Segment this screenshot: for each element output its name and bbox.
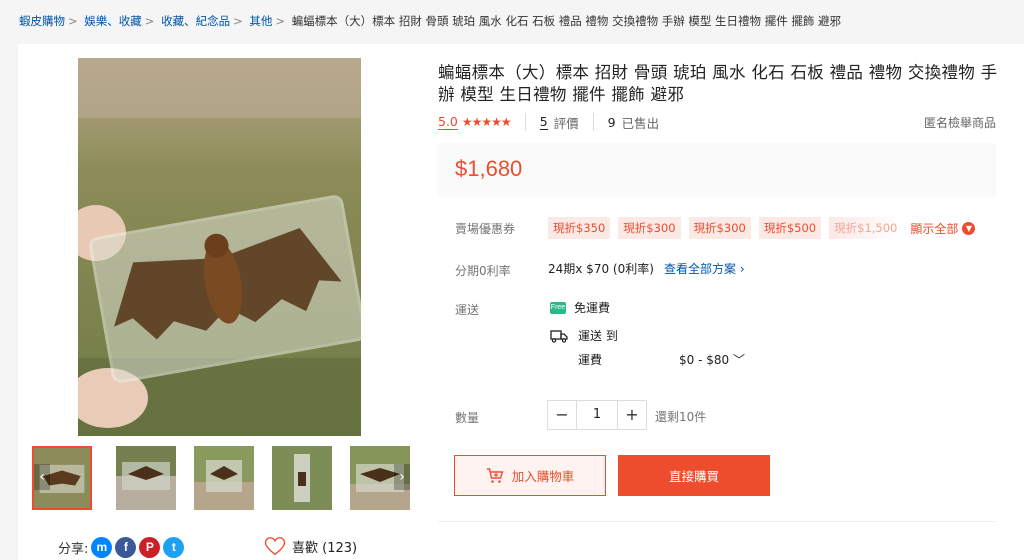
- quantity-decrease-button[interactable]: −: [548, 401, 576, 429]
- review-count[interactable]: 5: [539, 114, 548, 130]
- pinterest-icon[interactable]: P: [139, 537, 161, 558]
- buy-now-label: 直接購買: [668, 469, 719, 484]
- messenger-icon[interactable]: m: [91, 537, 113, 558]
- shipping-fee-dropdown[interactable]: $0 - $80 ﹀: [679, 351, 745, 368]
- product-title: 蝙蝠標本（大）標本 招財 骨頭 琥珀 風水 化石 石板 禮品 禮物 交換禮物 手…: [438, 63, 998, 104]
- like-count: 喜歡 (123): [292, 541, 358, 556]
- heart-icon: [264, 537, 286, 556]
- installment-plans-link[interactable]: 查看全部方案 ›: [664, 260, 745, 277]
- show-all-label: 顯示全部: [910, 221, 959, 236]
- ship-to: 運送 到: [550, 327, 618, 344]
- quantity-increase-button[interactable]: +: [618, 401, 646, 429]
- thumbnail-prev-button[interactable]: ‹: [34, 464, 50, 490]
- product-card: ‹ › 分享: m f P t 喜歡 (123) 蝙蝠標本（大）標本 招財 骨頭…: [18, 44, 1024, 560]
- rating-score[interactable]: 5.0: [438, 114, 458, 130]
- thumbnail-next-button[interactable]: ›: [394, 464, 410, 490]
- coupon-list: 現折$350 現折$300 現折$300 現折$500 現折$1,500 顯示全…: [548, 217, 976, 239]
- sold-label: 已售出: [621, 115, 660, 131]
- coupon-tag[interactable]: 現折$350: [548, 217, 611, 239]
- stock-remaining: 還剩10件: [655, 410, 707, 424]
- breadcrumb: 蝦皮購物 > 娛樂、收藏 > 收藏、紀念品 > 其他 > 蝙蝠標本（大）標本 招財 骨頭…: [19, 14, 842, 28]
- shipping-fee-label: 運費: [578, 353, 603, 367]
- facebook-icon[interactable]: f: [115, 537, 137, 558]
- review-label: 評價: [553, 115, 579, 131]
- breadcrumb-current: 蝙蝠標本（大）標本 招財 骨頭 琥珀 風水 化石 石板 禮品 禮物 交換禮物 手…: [291, 14, 842, 28]
- buy-now-button[interactable]: 直接購買: [618, 455, 770, 496]
- ship-to-text: 運送 到: [578, 329, 618, 343]
- shipping-label: 運送: [455, 303, 480, 317]
- share-label: 分享:: [58, 542, 89, 557]
- truck-icon: [550, 329, 568, 343]
- cart-icon: [486, 467, 504, 483]
- star-icon: ★★★★★: [461, 115, 512, 129]
- product-price: $1,680: [455, 156, 523, 181]
- thumbnail-strip: ‹ ›: [32, 444, 412, 514]
- coupon-tag[interactable]: 現折$300: [688, 217, 751, 239]
- installment-value: 24期x $70 (0利率): [548, 262, 654, 276]
- twitter-icon[interactable]: t: [163, 537, 185, 558]
- coupons-label: 賣場優惠券: [455, 222, 516, 236]
- coupon-tag[interactable]: 現折$500: [758, 217, 822, 239]
- add-to-cart-label: 加入購物車: [511, 469, 575, 484]
- quantity-input[interactable]: 1: [576, 401, 618, 429]
- thumbnail[interactable]: [194, 446, 254, 510]
- thumbnail[interactable]: [116, 446, 176, 510]
- price-box: $1,680: [438, 143, 996, 197]
- divider: [438, 521, 996, 522]
- free-shipping-text: 免運費: [574, 301, 611, 315]
- breadcrumb-collectibles[interactable]: 收藏、紀念品: [161, 14, 230, 28]
- thumbnail[interactable]: [272, 446, 332, 510]
- chevron-down-icon: ▼: [962, 221, 976, 235]
- breadcrumb-shopee[interactable]: 蝦皮購物: [19, 14, 65, 28]
- ratings-row: 5.0 ★★★★★ 5 評價 9 已售出 匿名檢舉商品: [438, 112, 996, 132]
- quantity-stepper: − 1 +: [547, 400, 647, 430]
- sold-count: 9: [607, 114, 616, 130]
- breadcrumb-entertainment[interactable]: 娛樂、收藏: [84, 14, 142, 28]
- chevron-down-icon: ﹀: [732, 353, 745, 367]
- free-shipping: Free 免運費: [550, 299, 610, 316]
- product-main-image[interactable]: [78, 58, 361, 436]
- chevron-right-icon: ›: [739, 262, 745, 276]
- free-shipping-icon: Free: [550, 301, 566, 314]
- like-button[interactable]: 喜歡 (123): [264, 537, 357, 556]
- share-bar: 分享: m f P t: [58, 537, 185, 558]
- add-to-cart-button[interactable]: 加入購物車: [454, 455, 606, 496]
- coupon-tag[interactable]: 現折$300: [618, 217, 681, 239]
- coupon-tag[interactable]: 現折$1,500: [829, 217, 903, 239]
- show-all-coupons-button[interactable]: 顯示全部 ▼: [910, 220, 976, 237]
- report-product-link[interactable]: 匿名檢舉商品: [924, 114, 996, 131]
- quantity-label: 數量: [455, 411, 480, 425]
- breadcrumb-other[interactable]: 其他: [249, 14, 272, 28]
- installment-label: 分期0利率: [455, 264, 511, 278]
